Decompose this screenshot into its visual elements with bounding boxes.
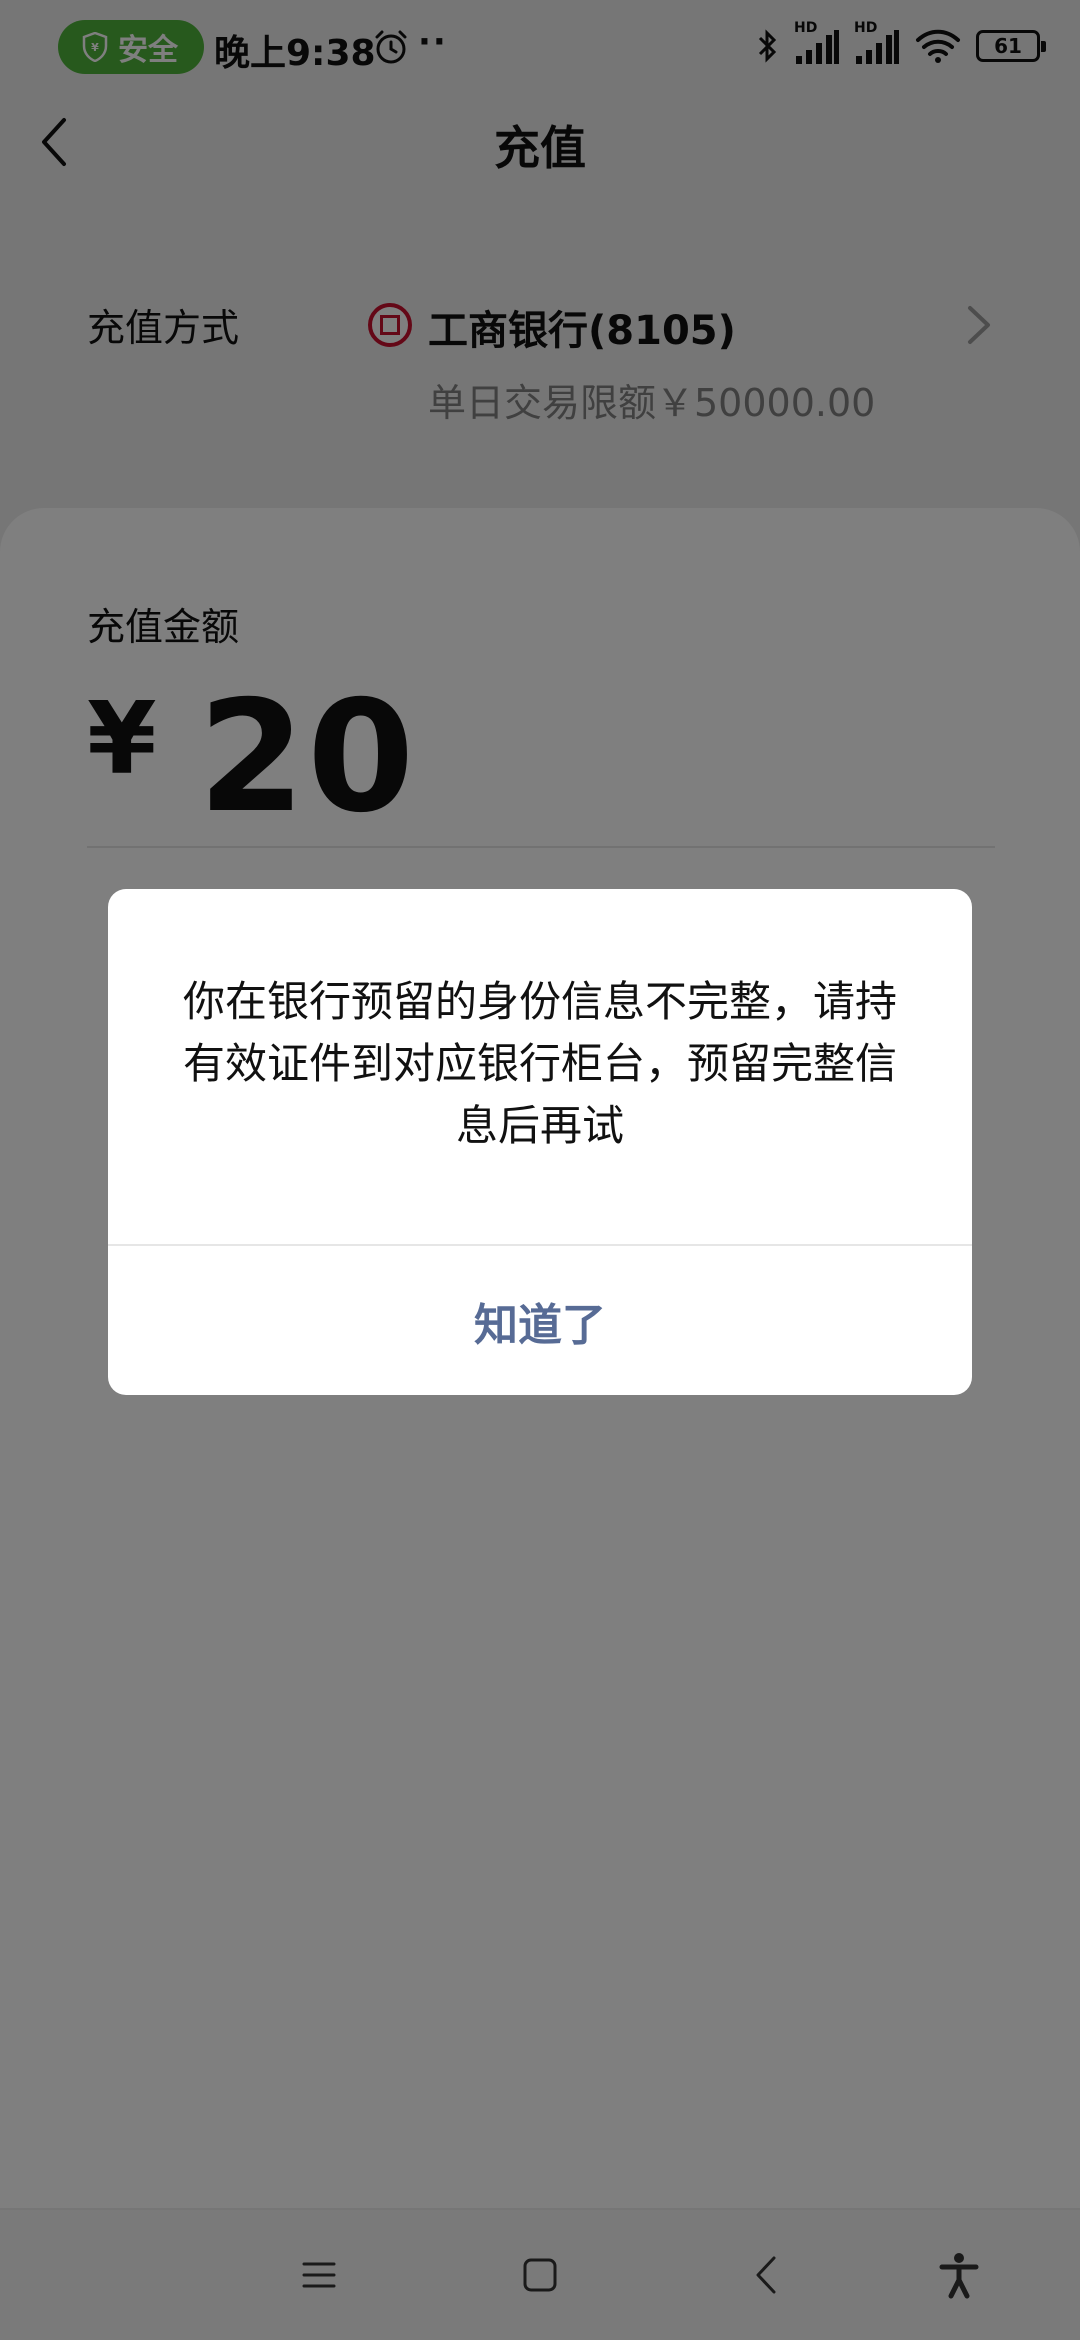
accessibility-icon[interactable] bbox=[934, 2250, 984, 2300]
menu-icon[interactable] bbox=[294, 2250, 344, 2300]
system-nav-bar bbox=[0, 2210, 1080, 2340]
back-icon[interactable] bbox=[742, 2250, 792, 2300]
got-it-button[interactable]: 知道了 bbox=[108, 1246, 972, 1395]
home-icon[interactable] bbox=[515, 2250, 565, 2300]
dialog-message: 你在银行预留的身份信息不完整，请持有效证件到对应银行柜台，预留完整信息后再试 bbox=[182, 977, 897, 1150]
alert-dialog: 你在银行预留的身份信息不完整，请持有效证件到对应银行柜台，预留完整信息后再试 知… bbox=[108, 889, 972, 1395]
screen: ¥ 安全 晚上9:38 ·· HD bbox=[0, 0, 1080, 2340]
